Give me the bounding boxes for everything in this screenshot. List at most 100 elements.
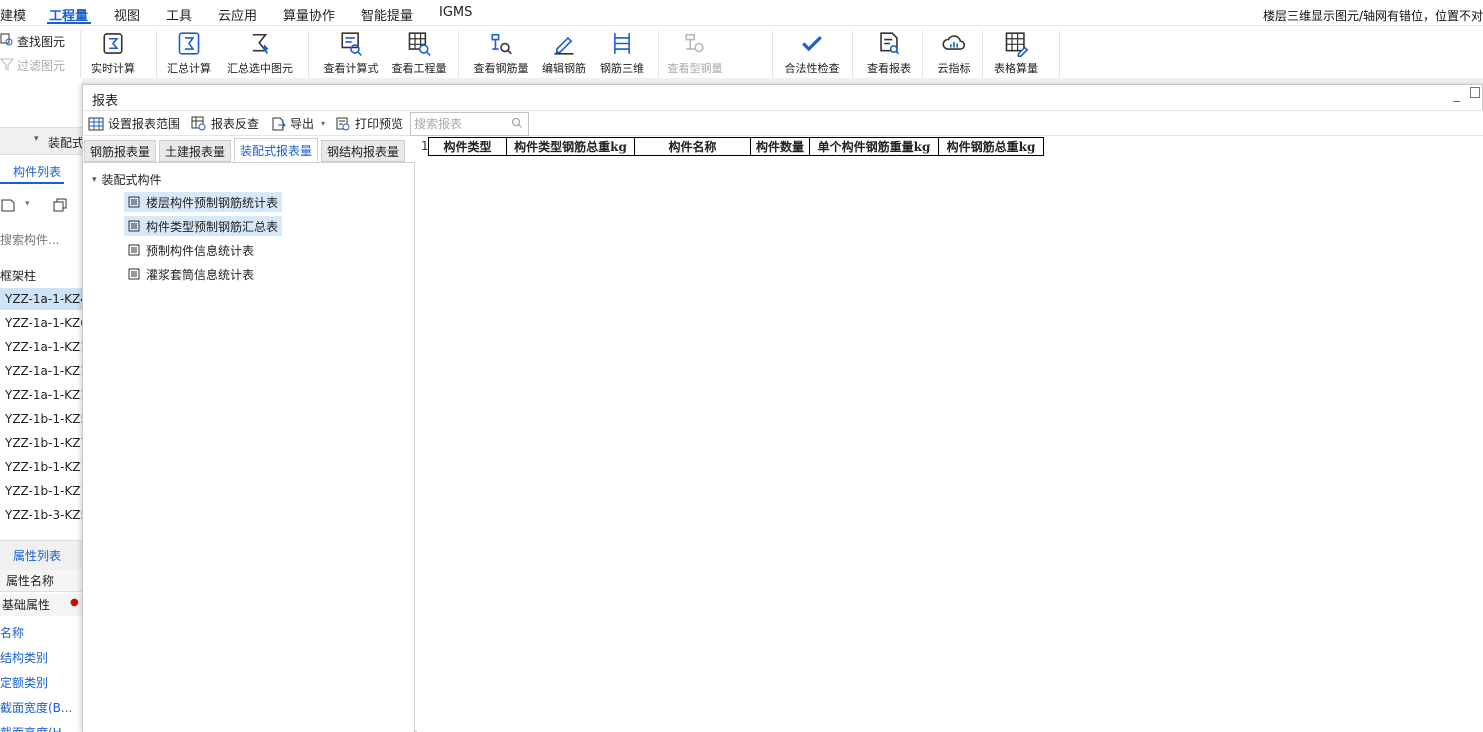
report-window: 报表 _ 设置报表范围 报表反查 导出 ▾ 打印预览 钢筋报表量 土建报表量 装… bbox=[82, 84, 1483, 732]
tree-item[interactable]: 预制构件信息统计表 bbox=[124, 240, 258, 260]
filter-icon bbox=[0, 57, 15, 74]
chevron-down-icon: ▾ bbox=[34, 134, 39, 144]
tab-steel-report[interactable]: 钢结构报表量 bbox=[321, 140, 406, 162]
tree-item[interactable]: 灌浆套筒信息统计表 bbox=[124, 264, 258, 284]
column-header[interactable]: 构件数量 bbox=[750, 137, 810, 156]
reverse-check-icon bbox=[191, 116, 206, 130]
view-formula-icon bbox=[341, 32, 362, 56]
view-quantity-button[interactable]: 查看工程量 bbox=[392, 30, 447, 76]
column-header[interactable]: 构件类型 bbox=[428, 137, 507, 156]
dropdown-label: 装配式 bbox=[48, 136, 82, 150]
report-tabs: 钢筋报表量 土建报表量 装配式报表量 钢结构报表量 bbox=[83, 138, 415, 162]
search-icon[interactable] bbox=[511, 117, 523, 132]
new-component-icon[interactable] bbox=[0, 197, 16, 216]
maximize-button[interactable] bbox=[1470, 87, 1480, 98]
component-search[interactable]: 搜索构件... bbox=[0, 231, 82, 251]
component-item[interactable]: YZZ-1b-1-KZ5 bbox=[0, 408, 82, 430]
menu-modeling[interactable]: 建模 bbox=[0, 5, 26, 24]
validity-check-button[interactable]: 合法性检查 bbox=[785, 30, 840, 76]
view-steel-button[interactable]: 查看型钢量 bbox=[668, 30, 723, 76]
table-header-row: 构件类型 构件类型钢筋总重kg 构件名称 构件数量 单个构件钢筋重量kg 构件钢… bbox=[428, 137, 1044, 156]
ribbon-toolbar: 查找图元 过滤图元 实时计算 汇总计算 汇总选中图元 查看计算式 查看工程量 查… bbox=[0, 26, 1483, 78]
property-name[interactable]: 截面高度(H... bbox=[0, 724, 82, 732]
table-quantity-button[interactable]: 表格算量 bbox=[993, 30, 1039, 76]
column-header[interactable]: 构件类型钢筋总重kg bbox=[506, 137, 635, 156]
tab-rebar-report[interactable]: 钢筋报表量 bbox=[84, 140, 157, 162]
report-icon bbox=[128, 244, 140, 256]
sigma-icon bbox=[178, 32, 200, 55]
cloud-icon bbox=[942, 35, 966, 50]
find-element-button[interactable]: 查找图元 bbox=[0, 33, 65, 50]
category-label: 框架柱 bbox=[0, 269, 37, 283]
menu-view[interactable]: 视图 bbox=[114, 5, 140, 24]
tree-item[interactable]: 楼层构件预制钢筋统计表 bbox=[124, 192, 283, 212]
column-header[interactable]: 构件名称 bbox=[634, 137, 751, 156]
report-icon bbox=[128, 196, 140, 208]
property-header: 属性名称 bbox=[0, 570, 82, 592]
print-preview-button[interactable]: 打印预览 bbox=[335, 115, 403, 132]
tab-prefab-report[interactable]: 装配式报表量 bbox=[234, 138, 319, 162]
rebar-3d-button[interactable]: 钢筋三维 bbox=[599, 30, 645, 76]
print-preview-icon bbox=[336, 117, 350, 130]
menu-collaboration[interactable]: 算量协作 bbox=[283, 5, 335, 24]
column-header[interactable]: 构件钢筋总重kg bbox=[938, 137, 1044, 156]
view-quantity-icon bbox=[408, 32, 431, 56]
menu-cloud-app[interactable]: 云应用 bbox=[218, 5, 257, 24]
menu-bar: 建模 工程量 视图 工具 云应用 算量协作 智能提量 IGMS 楼层三维显示图元… bbox=[0, 0, 1483, 26]
cloud-index-button[interactable]: 云指标 bbox=[931, 30, 977, 76]
component-item[interactable]: YZZ-1a-1-KZ1 bbox=[0, 384, 82, 406]
menu-smart-extract[interactable]: 智能提量 bbox=[361, 5, 413, 24]
component-item[interactable]: YZZ-1a-1-KZ4 bbox=[0, 288, 82, 310]
component-item[interactable]: YZZ-1b-1-KZ1 bbox=[0, 480, 82, 502]
view-formula-button[interactable]: 查看计算式 bbox=[324, 30, 379, 76]
component-item[interactable]: YZZ-1b-1-KZ7 bbox=[0, 432, 82, 454]
realtime-calc-button[interactable]: 实时计算 bbox=[90, 30, 136, 76]
report-toolbar: 设置报表范围 报表反查 导出 ▾ 打印预览 bbox=[83, 110, 1483, 136]
sum-selected-button[interactable]: 汇总选中图元 bbox=[227, 30, 293, 76]
tab-component-list[interactable]: 构件列表 bbox=[0, 160, 64, 184]
component-item[interactable]: YZZ-1b-3-KZ5 bbox=[0, 504, 82, 526]
component-item[interactable]: YZZ-1a-1-KZ1 bbox=[0, 336, 82, 358]
minimize-button[interactable]: _ bbox=[1454, 88, 1461, 103]
export-icon bbox=[272, 117, 286, 130]
tree-root[interactable]: ▾ 装配式构件 bbox=[92, 171, 162, 188]
property-group[interactable]: 基础属性 ● bbox=[0, 594, 82, 616]
status-message: 楼层三维显示图元/轴网有错位，位置不对 bbox=[1262, 9, 1483, 23]
component-item[interactable]: YZZ-1b-1-KZ1 bbox=[0, 456, 82, 478]
reverse-check-button[interactable]: 报表反查 bbox=[191, 115, 259, 132]
pencil-icon bbox=[554, 36, 574, 55]
view-rebar-icon bbox=[491, 33, 512, 55]
component-item[interactable]: YZZ-1a-1-KZ6 bbox=[0, 312, 82, 334]
component-item[interactable]: YZZ-1a-1-KZ1 bbox=[0, 360, 82, 382]
menu-igms[interactable]: IGMS bbox=[439, 5, 472, 20]
edit-rebar-button[interactable]: 编辑钢筋 bbox=[541, 30, 587, 76]
floor-dropdown[interactable]: ▾ 装配式 bbox=[0, 127, 82, 155]
component-toolbar: ▾ bbox=[0, 194, 82, 218]
tab-property-list[interactable]: 属性列表 bbox=[13, 547, 61, 564]
filter-element-button[interactable]: 过滤图元 bbox=[0, 57, 65, 74]
copy-icon[interactable] bbox=[52, 197, 68, 216]
column-header[interactable]: 单个构件钢筋重量kg bbox=[809, 137, 939, 156]
left-panel: ▾ 装配式 构件列表 ▾ 搜索构件... 框架柱 YZZ-1a-1-KZ4 YZ… bbox=[0, 78, 82, 732]
tab-civil-report[interactable]: 土建报表量 bbox=[159, 140, 232, 162]
chevron-down-icon: ▾ bbox=[321, 119, 326, 128]
tree-item[interactable]: 构件类型预制钢筋汇总表 bbox=[124, 216, 283, 236]
property-tabs: 属性列表 bbox=[0, 540, 82, 570]
view-rebar-button[interactable]: 查看钢筋量 bbox=[474, 30, 529, 76]
set-range-button[interactable]: 设置报表范围 bbox=[88, 115, 180, 132]
view-report-button[interactable]: 查看报表 bbox=[866, 30, 912, 76]
report-tree: ▾ 装配式构件 楼层构件预制钢筋统计表 构件类型预制钢筋汇总表 预制构件信息统计… bbox=[83, 162, 415, 732]
find-element-label: 查找图元 bbox=[17, 35, 66, 49]
export-button[interactable]: 导出 ▾ bbox=[270, 115, 325, 132]
grid-icon bbox=[88, 117, 104, 130]
property-name[interactable]: 结构类别 bbox=[0, 649, 82, 666]
property-name[interactable]: 名称 bbox=[0, 624, 82, 641]
sum-selected-icon bbox=[252, 33, 269, 54]
table-edit-icon bbox=[1005, 32, 1029, 57]
property-name[interactable]: 截面宽度(B... bbox=[0, 699, 82, 716]
property-name[interactable]: 定额类别 bbox=[0, 674, 82, 691]
sum-calc-button[interactable]: 汇总计算 bbox=[166, 30, 212, 76]
menu-tools[interactable]: 工具 bbox=[166, 5, 192, 24]
chevron-down-icon[interactable]: ▾ bbox=[25, 199, 30, 209]
required-dot-icon: ● bbox=[70, 597, 79, 608]
